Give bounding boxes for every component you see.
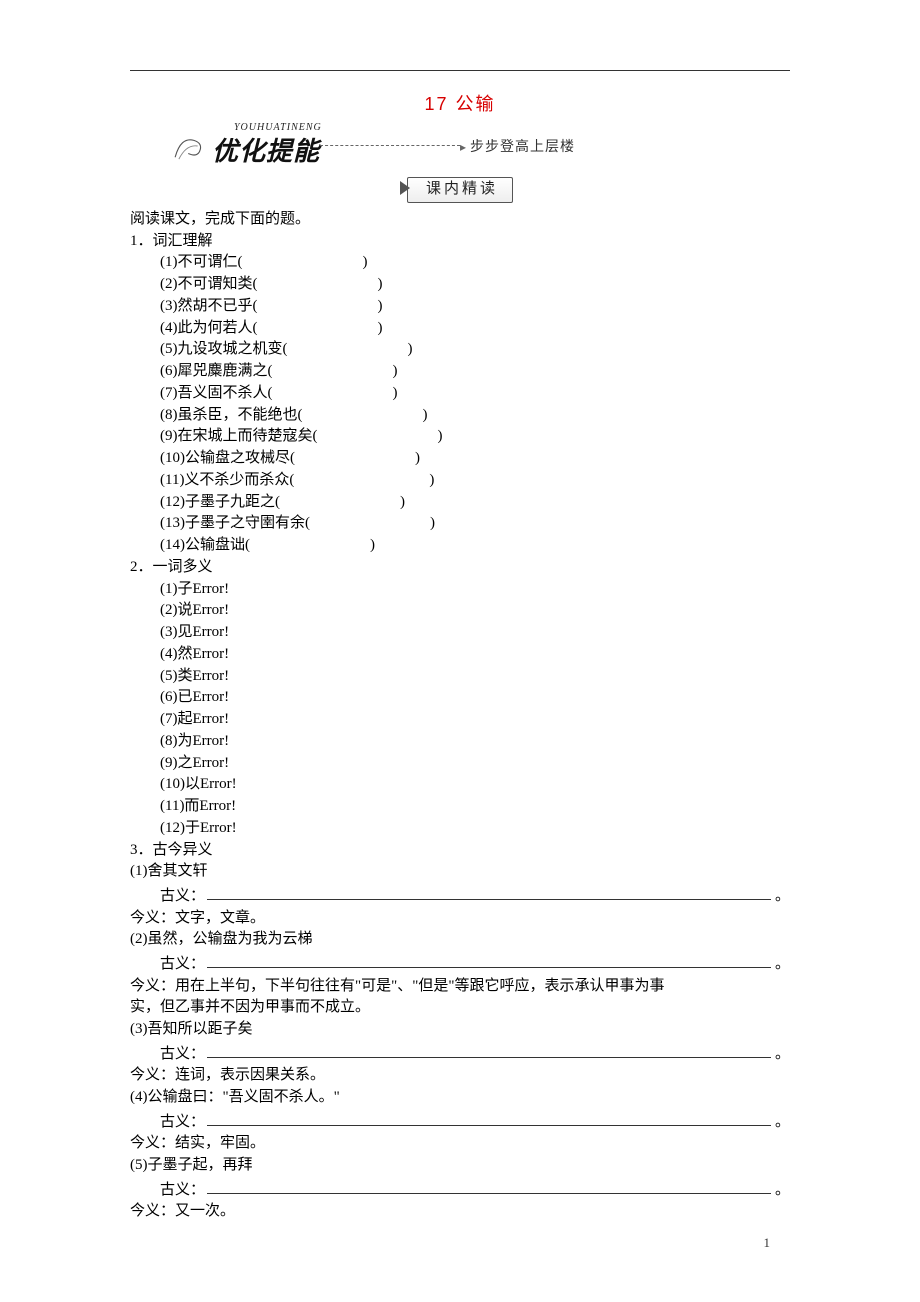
guyi-label: 古义： <box>160 1112 205 1134</box>
q1-item: (8)虽杀臣，不能绝也( ) <box>160 405 790 427</box>
section-tag: 课内精读 <box>407 177 513 203</box>
q2-item: (5)类Error! <box>160 666 790 688</box>
banner-dashes <box>320 145 460 146</box>
q3-ancient-meaning-line: 古义： 。 <box>160 1109 790 1134</box>
q2-item: (8)为Error! <box>160 731 790 753</box>
section-tag-row: 课内精读 <box>130 177 790 203</box>
q1-item: (4)此为何若人( ) <box>160 318 790 340</box>
answer-blank[interactable] <box>207 883 771 900</box>
q1-item: (7)吾义固不杀人( ) <box>160 383 790 405</box>
q3-modern-meaning: 今义：结实，牢固。 <box>130 1133 790 1155</box>
q3-ancient-meaning-line: 古义： 。 <box>160 951 790 976</box>
q3-prompt: (3)吾知所以距子矣 <box>130 1019 790 1041</box>
q1-item: (1)不可谓仁( ) <box>160 252 790 274</box>
q2-item: (1)子Error! <box>160 579 790 601</box>
q2-item: (3)见Error! <box>160 622 790 644</box>
q2-item: (9)之Error! <box>160 753 790 775</box>
guyi-label: 古义： <box>160 1180 205 1202</box>
banner-row: YOUHUATINENG 优化提能 ▸ 步步登高上层楼 <box>130 123 790 171</box>
q1-item: (10)公输盘之攻械尽( ) <box>160 448 790 470</box>
swirl-icon <box>173 131 211 161</box>
q2-heading: 2．一词多义 <box>130 557 790 579</box>
q3-prompt: (5)子墨子起，再拜 <box>130 1155 790 1177</box>
q3-ancient-meaning-line: 古义： 。 <box>160 883 790 908</box>
arrow-icon: ▸ <box>460 139 466 156</box>
q3-prompt: (4)公输盘曰："吾义固不杀人。" <box>130 1087 790 1109</box>
q2-item: (11)而Error! <box>160 796 790 818</box>
q1-item: (3)然胡不已乎( ) <box>160 296 790 318</box>
period: 。 <box>775 1044 790 1066</box>
guyi-label: 古义： <box>160 886 205 908</box>
page-title: 17 公输 <box>130 91 790 117</box>
q2-item: (2)说Error! <box>160 600 790 622</box>
period: 。 <box>775 954 790 976</box>
q2-item: (12)于Error! <box>160 818 790 840</box>
q1-item: (5)九设攻城之机变( ) <box>160 339 790 361</box>
top-rule <box>130 70 790 71</box>
q1-item: (9)在宋城上而待楚寇矣( ) <box>160 426 790 448</box>
q1-heading: 1．词汇理解 <box>130 231 790 253</box>
banner-subtitle: 步步登高上层楼 <box>470 138 575 158</box>
q3-modern-meaning: 今义：连词，表示因果关系。 <box>130 1065 790 1087</box>
q3-ancient-meaning-line: 古义： 。 <box>160 1177 790 1202</box>
period: 。 <box>775 1180 790 1202</box>
q3-ancient-meaning-line: 古义： 。 <box>160 1041 790 1066</box>
period: 。 <box>775 1112 790 1134</box>
q3-modern-meaning: 今义：用在上半句，下半句往往有"可是"、"但是"等跟它呼应，表示承认甲事为事 <box>130 976 790 998</box>
q1-item: (14)公输盘诎( ) <box>160 535 790 557</box>
page-number: 1 <box>764 1234 771 1253</box>
q2-item: (6)已Error! <box>160 687 790 709</box>
q3-modern-meaning: 今义：文字，文章。 <box>130 908 790 930</box>
answer-blank[interactable] <box>207 1041 771 1058</box>
q1-item: (12)子墨子九距之( ) <box>160 492 790 514</box>
q1-item: (2)不可谓知类( ) <box>160 274 790 296</box>
q3-heading: 3．古今异义 <box>130 840 790 862</box>
answer-blank[interactable] <box>207 1109 771 1126</box>
q2-item: (10)以Error! <box>160 774 790 796</box>
q3-prompt: (2)虽然，公输盘为我为云梯 <box>130 929 790 951</box>
guyi-label: 古义： <box>160 1044 205 1066</box>
period: 。 <box>775 886 790 908</box>
q1-item: (13)子墨子之守圉有余( ) <box>160 513 790 535</box>
q3-prompt: (1)舍其文轩 <box>130 861 790 883</box>
answer-blank[interactable] <box>207 1177 771 1194</box>
q2-item: (7)起Error! <box>160 709 790 731</box>
q1-item: (11)义不杀少而杀众( ) <box>160 470 790 492</box>
q3-modern-meaning: 实，但乙事并不因为甲事而不成立。 <box>130 997 790 1019</box>
q1-item: (6)犀兕麋鹿满之( ) <box>160 361 790 383</box>
banner-graphic: YOUHUATINENG 优化提能 <box>170 123 350 169</box>
q2-item: (4)然Error! <box>160 644 790 666</box>
guyi-label: 古义： <box>160 954 205 976</box>
answer-blank[interactable] <box>207 951 771 968</box>
banner-main: 优化提能 <box>212 133 320 171</box>
intro-text: 阅读课文，完成下面的题。 <box>130 209 790 231</box>
q3-modern-meaning: 今义：又一次。 <box>130 1201 790 1223</box>
